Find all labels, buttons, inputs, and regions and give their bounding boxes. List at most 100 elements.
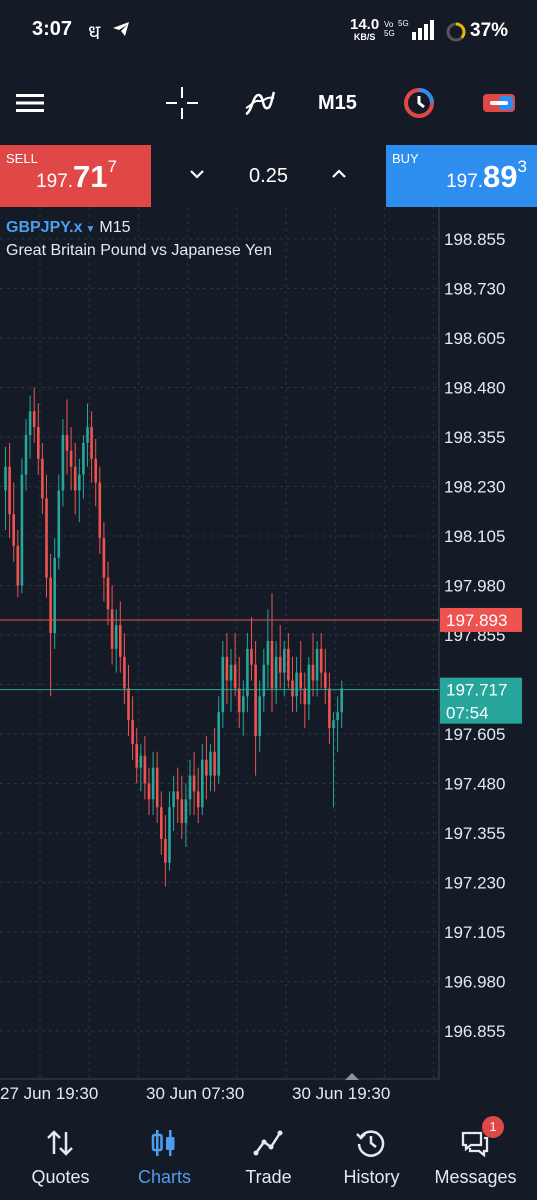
- candle-body: [299, 672, 302, 689]
- candle-body: [307, 664, 311, 705]
- nav-history[interactable]: History: [318, 1114, 425, 1200]
- candle-body: [192, 775, 196, 792]
- candle: [106, 561, 110, 626]
- candle: [229, 648, 233, 713]
- candle: [8, 442, 11, 538]
- candle-body: [242, 696, 245, 713]
- nav-charts-label: Charts: [137, 1167, 191, 1187]
- candle-body: [278, 656, 282, 673]
- caret-down-icon: ▼: [85, 224, 96, 235]
- telegram-icon: [113, 22, 129, 36]
- bar-countdown-label: 07:54: [446, 704, 489, 723]
- candle: [237, 656, 241, 729]
- buy-price: 197.893: [446, 157, 527, 194]
- candle-body: [180, 799, 184, 824]
- candle-body: [78, 474, 81, 491]
- candle-body: [114, 625, 118, 649]
- candle-body: [160, 807, 163, 839]
- candle-body: [12, 514, 15, 546]
- symbol-timeframe: M15: [99, 219, 131, 236]
- candle-body: [319, 648, 323, 673]
- sell-button[interactable]: SELL 197.717: [0, 145, 151, 207]
- candlestick-chart[interactable]: 198.855 198.730 198.605 198.480 198.355 198.2…: [0, 207, 537, 1102]
- candle: [250, 617, 253, 681]
- timeframe-selector[interactable]: M15: [318, 92, 357, 115]
- candle: [127, 664, 130, 736]
- symbol-description: Great Britain Pound vs Japanese Yen: [6, 242, 272, 259]
- candle: [242, 680, 245, 736]
- candle: [123, 633, 126, 705]
- nav-trade-label: Trade: [245, 1167, 292, 1187]
- candle-body: [98, 482, 102, 538]
- candle: [205, 735, 208, 800]
- volume-value[interactable]: 0.25: [152, 165, 385, 188]
- indicators-icon[interactable]: [243, 86, 277, 120]
- candle: [201, 743, 204, 816]
- y-tick-label: 198.230: [444, 478, 505, 497]
- network-type-label: 5G: [398, 19, 409, 28]
- nav-trade[interactable]: Trade: [215, 1114, 322, 1200]
- candle: [324, 648, 327, 705]
- candle-body: [90, 427, 93, 459]
- network-speed: 14.0 KB/S: [350, 16, 380, 42]
- candle: [45, 474, 48, 598]
- volte-indicator: Vo 5G: [384, 20, 395, 38]
- candle: [82, 435, 85, 499]
- chart-toolbar: M15: [0, 72, 537, 134]
- chart-type-icon[interactable]: [402, 86, 436, 120]
- candle: [20, 458, 24, 594]
- y-tick-label: 197.980: [444, 577, 505, 596]
- candle: [180, 775, 184, 839]
- candle: [78, 458, 81, 523]
- candle-body: [205, 759, 208, 776]
- candle: [41, 442, 44, 515]
- candle: [299, 640, 302, 705]
- candle-body: [164, 838, 167, 863]
- buy-button[interactable]: BUY 197.893: [386, 145, 537, 207]
- candle: [188, 759, 192, 816]
- candle-body: [94, 458, 97, 483]
- price-chart[interactable]: 198.855 198.730 198.605 198.480 198.355 198.2…: [0, 207, 537, 1102]
- candle: [225, 633, 229, 705]
- candle-body: [106, 577, 110, 610]
- candle: [192, 751, 196, 816]
- chevron-up-icon[interactable]: [330, 165, 348, 183]
- candle: [16, 530, 20, 598]
- candle-body: [233, 664, 237, 689]
- candle: [254, 640, 257, 776]
- nav-quotes[interactable]: Quotes: [7, 1114, 114, 1200]
- candle: [114, 609, 118, 673]
- bottom-navigation: Quotes Charts Trade History 1 Messages: [0, 1114, 537, 1200]
- candle: [319, 633, 323, 689]
- candle-body: [201, 759, 204, 808]
- candle: [283, 640, 286, 697]
- nav-history-label: History: [343, 1167, 400, 1187]
- candle: [73, 442, 77, 515]
- candle: [28, 395, 32, 459]
- trade-icon: [253, 1130, 283, 1156]
- candle: [119, 601, 122, 673]
- candle-body: [262, 664, 266, 697]
- y-tick-label: 197.355: [444, 824, 505, 843]
- candle: [32, 387, 36, 443]
- crosshair-icon[interactable]: [165, 86, 199, 120]
- candle: [184, 783, 188, 847]
- candle-body: [336, 712, 339, 721]
- trade-toggle-icon[interactable]: [482, 86, 516, 120]
- symbol-name[interactable]: GBPJPY.x: [6, 219, 82, 236]
- candle-body: [147, 783, 151, 800]
- candle-body: [16, 545, 20, 586]
- nav-charts[interactable]: Charts: [111, 1114, 218, 1200]
- candle-body: [213, 751, 216, 776]
- candle: [328, 672, 331, 744]
- chart-symbol-header: GBPJPY.x ▼ M15: [6, 219, 131, 237]
- candle-body: [237, 688, 241, 713]
- nav-messages[interactable]: 1 Messages: [422, 1114, 529, 1200]
- candle-body: [188, 775, 192, 800]
- menu-icon[interactable]: [14, 86, 48, 120]
- candle-body: [57, 490, 61, 558]
- candle-body: [270, 640, 274, 689]
- candle: [86, 403, 89, 467]
- candle: [110, 585, 114, 665]
- nav-messages-label: Messages: [434, 1167, 517, 1187]
